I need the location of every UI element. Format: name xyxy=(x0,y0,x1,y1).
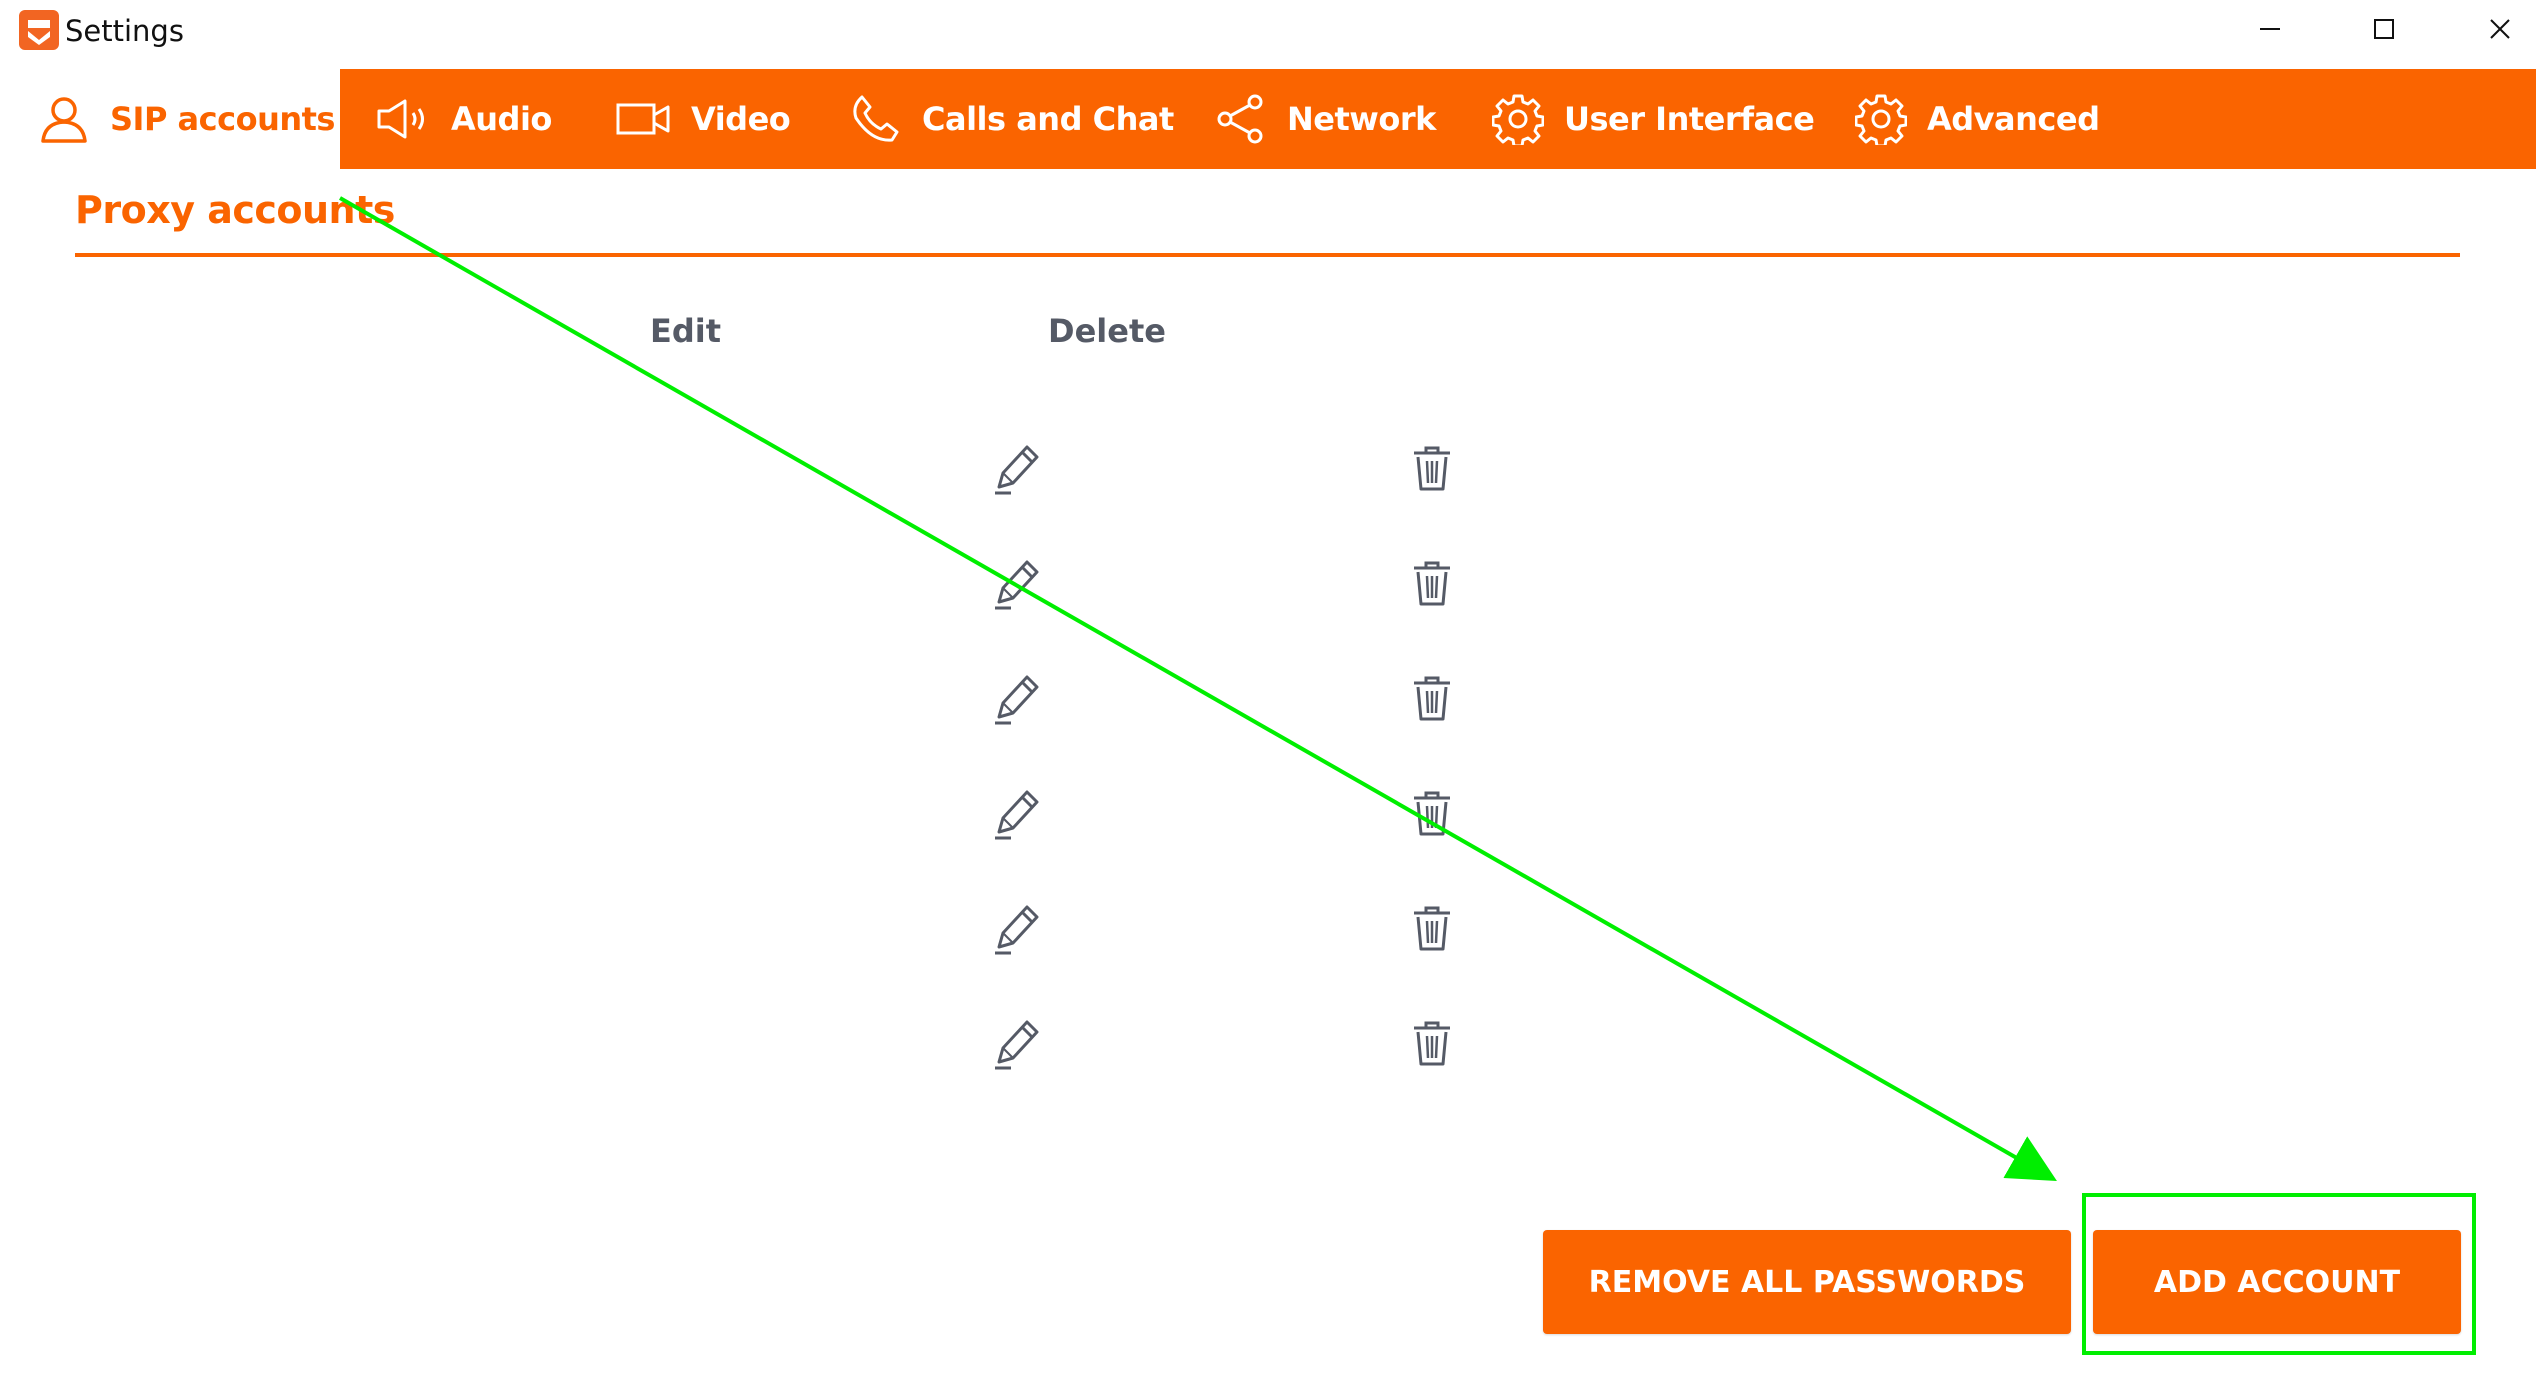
table-row xyxy=(75,784,2460,899)
settings-window: Settings SIP accounts Audio Video Calls … xyxy=(0,0,2536,1384)
tab-label: User Interface xyxy=(1564,100,1815,138)
pencil-icon[interactable] xyxy=(985,554,1045,614)
share-network-icon xyxy=(1215,93,1267,145)
window-title: Settings xyxy=(65,14,184,48)
tab-sip-accounts[interactable]: SIP accounts xyxy=(0,69,340,169)
video-camera-icon xyxy=(615,99,671,139)
pencil-icon[interactable] xyxy=(985,899,1045,959)
trash-icon[interactable] xyxy=(1402,669,1462,729)
section-divider xyxy=(75,253,2460,257)
table-row xyxy=(75,439,2460,554)
tab-label: SIP accounts xyxy=(110,100,335,138)
trash-icon[interactable] xyxy=(1402,554,1462,614)
pencil-icon[interactable] xyxy=(985,669,1045,729)
trash-icon[interactable] xyxy=(1402,1014,1462,1074)
table-row xyxy=(75,669,2460,784)
pencil-icon[interactable] xyxy=(985,784,1045,844)
gear-icon xyxy=(1492,93,1544,145)
close-icon[interactable] xyxy=(2470,8,2530,50)
maximize-icon[interactable] xyxy=(2354,8,2414,50)
table-row xyxy=(75,1014,2460,1129)
pencil-icon[interactable] xyxy=(985,1014,1045,1074)
title-bar: Settings xyxy=(0,0,2536,66)
add-account-button[interactable]: ADD ACCOUNT xyxy=(2093,1230,2461,1334)
tab-calls-and-chat[interactable]: Calls and Chat xyxy=(850,69,1174,169)
phone-icon xyxy=(850,93,902,145)
trash-icon[interactable] xyxy=(1402,899,1462,959)
minimize-icon[interactable] xyxy=(2240,8,2300,50)
user-icon xyxy=(38,93,90,145)
column-header-delete: Delete xyxy=(1048,312,1166,350)
trash-icon[interactable] xyxy=(1402,784,1462,844)
tab-user-interface[interactable]: User Interface xyxy=(1492,69,1815,169)
column-header-edit: Edit xyxy=(650,312,722,350)
tab-audio[interactable]: Audio xyxy=(375,69,552,169)
tab-label: Advanced xyxy=(1927,100,2100,138)
table-row xyxy=(75,554,2460,669)
trash-icon[interactable] xyxy=(1402,439,1462,499)
section-title: Proxy accounts xyxy=(75,188,395,232)
remove-all-passwords-button[interactable]: REMOVE ALL PASSWORDS xyxy=(1543,1230,2071,1334)
tab-label: Calls and Chat xyxy=(922,100,1174,138)
softphone-logo-icon xyxy=(19,10,59,50)
tab-advanced[interactable]: Advanced xyxy=(1855,69,2100,169)
tab-label: Network xyxy=(1287,100,1436,138)
pencil-icon[interactable] xyxy=(985,439,1045,499)
speaker-icon xyxy=(375,97,431,141)
tab-label: Video xyxy=(691,100,791,138)
table-row xyxy=(75,899,2460,1014)
settings-tab-bar: SIP accounts Audio Video Calls and Chat … xyxy=(0,69,2536,169)
gear-icon xyxy=(1855,93,1907,145)
tab-network[interactable]: Network xyxy=(1215,69,1436,169)
tab-label: Audio xyxy=(451,100,552,138)
tab-video[interactable]: Video xyxy=(615,69,791,169)
